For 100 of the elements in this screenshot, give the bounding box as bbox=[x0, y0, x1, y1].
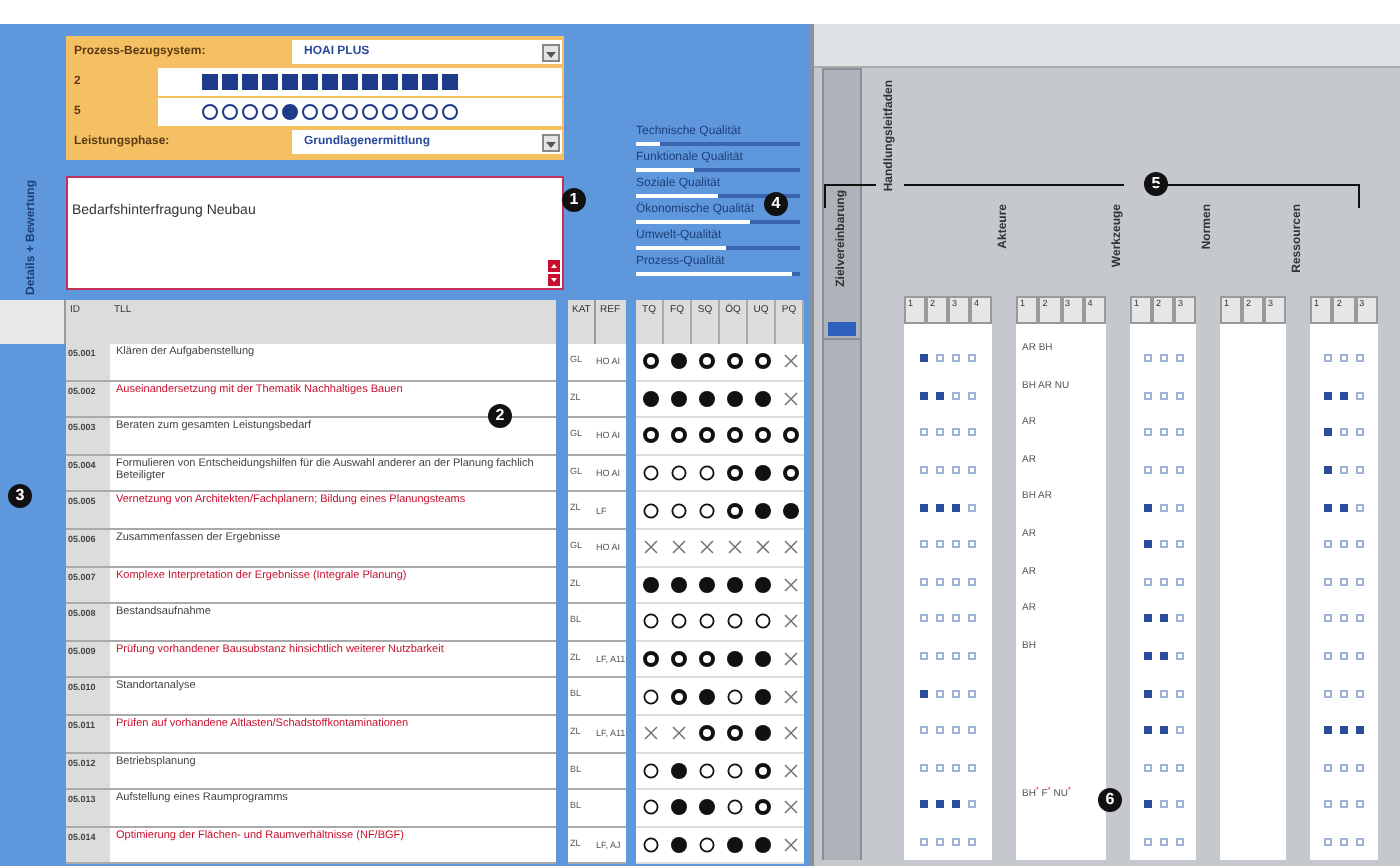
checkbox[interactable] bbox=[1340, 838, 1348, 847]
scale-option[interactable] bbox=[342, 104, 358, 120]
checkbox[interactable] bbox=[1143, 503, 1151, 512]
checkbox[interactable] bbox=[1340, 614, 1348, 623]
scale-option[interactable] bbox=[302, 104, 318, 120]
checkbox[interactable] bbox=[968, 577, 976, 586]
checkbox[interactable] bbox=[1324, 577, 1332, 586]
checkbox[interactable] bbox=[968, 466, 976, 475]
checkbox[interactable] bbox=[1159, 800, 1167, 809]
checkbox[interactable] bbox=[1143, 577, 1151, 586]
scale-option[interactable] bbox=[202, 104, 218, 120]
checkbox[interactable] bbox=[1324, 540, 1332, 549]
checkbox[interactable] bbox=[968, 763, 976, 772]
scale-option[interactable] bbox=[402, 104, 418, 120]
checkbox[interactable] bbox=[1356, 503, 1364, 512]
checkbox[interactable] bbox=[952, 838, 960, 847]
checkbox[interactable] bbox=[952, 466, 960, 475]
checkbox[interactable] bbox=[1175, 540, 1183, 549]
checkbox[interactable] bbox=[1340, 652, 1348, 661]
checkbox[interactable] bbox=[1175, 763, 1183, 772]
scroll-thumb[interactable] bbox=[828, 322, 856, 336]
checkbox[interactable] bbox=[1356, 689, 1364, 698]
checkbox[interactable] bbox=[920, 354, 928, 363]
scale-option[interactable] bbox=[442, 104, 458, 120]
checkbox[interactable] bbox=[936, 391, 944, 400]
checkbox[interactable] bbox=[952, 652, 960, 661]
checkbox[interactable] bbox=[1143, 652, 1151, 661]
checkbox[interactable] bbox=[968, 838, 976, 847]
scale-option[interactable] bbox=[222, 104, 238, 120]
checkbox[interactable] bbox=[1175, 503, 1183, 512]
checkbox[interactable] bbox=[1356, 726, 1364, 735]
checkbox[interactable] bbox=[968, 354, 976, 363]
checkbox[interactable] bbox=[1159, 503, 1167, 512]
checkbox[interactable] bbox=[936, 466, 944, 475]
checkbox[interactable] bbox=[1324, 726, 1332, 735]
checkbox[interactable] bbox=[1340, 800, 1348, 809]
checkbox[interactable] bbox=[1159, 726, 1167, 735]
checkbox[interactable] bbox=[1340, 577, 1348, 586]
checkbox[interactable] bbox=[952, 354, 960, 363]
checkbox[interactable] bbox=[1143, 428, 1151, 437]
checkbox[interactable] bbox=[920, 763, 928, 772]
checkbox[interactable] bbox=[1159, 540, 1167, 549]
checkbox[interactable] bbox=[1175, 726, 1183, 735]
checkbox[interactable] bbox=[1143, 466, 1151, 475]
checkbox[interactable] bbox=[1159, 838, 1167, 847]
checkbox[interactable] bbox=[936, 428, 944, 437]
checkbox[interactable] bbox=[1175, 838, 1183, 847]
scale-option[interactable] bbox=[322, 104, 338, 120]
checkbox[interactable] bbox=[1340, 726, 1348, 735]
checkbox[interactable] bbox=[1340, 503, 1348, 512]
checkbox[interactable] bbox=[1175, 614, 1183, 623]
checkbox[interactable] bbox=[920, 391, 928, 400]
checkbox[interactable] bbox=[1159, 577, 1167, 586]
checkbox[interactable] bbox=[1340, 428, 1348, 437]
checkbox[interactable] bbox=[1143, 391, 1151, 400]
checkbox[interactable] bbox=[920, 503, 928, 512]
checkbox[interactable] bbox=[920, 800, 928, 809]
checkbox[interactable] bbox=[920, 689, 928, 698]
scale-option[interactable] bbox=[422, 104, 438, 120]
checkbox[interactable] bbox=[1324, 391, 1332, 400]
checkbox[interactable] bbox=[1356, 428, 1364, 437]
checkbox[interactable] bbox=[936, 689, 944, 698]
checkbox[interactable] bbox=[1356, 763, 1364, 772]
checkbox[interactable] bbox=[1356, 838, 1364, 847]
checkbox[interactable] bbox=[1324, 763, 1332, 772]
checkbox[interactable] bbox=[952, 763, 960, 772]
checkbox[interactable] bbox=[936, 577, 944, 586]
checkbox[interactable] bbox=[1175, 800, 1183, 809]
checkbox[interactable] bbox=[1356, 391, 1364, 400]
checkbox[interactable] bbox=[1356, 354, 1364, 363]
scale-option[interactable] bbox=[242, 104, 258, 120]
checkbox[interactable] bbox=[1324, 614, 1332, 623]
checkbox[interactable] bbox=[952, 689, 960, 698]
checkbox[interactable] bbox=[1324, 354, 1332, 363]
checkbox[interactable] bbox=[1324, 428, 1332, 437]
checkbox[interactable] bbox=[1324, 652, 1332, 661]
checkbox[interactable] bbox=[952, 800, 960, 809]
checkbox[interactable] bbox=[1324, 466, 1332, 475]
checkbox[interactable] bbox=[1356, 800, 1364, 809]
checkbox[interactable] bbox=[1143, 614, 1151, 623]
checkbox[interactable] bbox=[968, 428, 976, 437]
scale-option[interactable] bbox=[382, 104, 398, 120]
checkbox[interactable] bbox=[952, 614, 960, 623]
checkbox[interactable] bbox=[968, 689, 976, 698]
checkbox[interactable] bbox=[1356, 577, 1364, 586]
checkbox[interactable] bbox=[936, 838, 944, 847]
checkbox[interactable] bbox=[1340, 391, 1348, 400]
checkbox[interactable] bbox=[1143, 354, 1151, 363]
checkbox[interactable] bbox=[952, 391, 960, 400]
checkbox[interactable] bbox=[920, 577, 928, 586]
checkbox[interactable] bbox=[1356, 614, 1364, 623]
scale-option[interactable] bbox=[362, 104, 378, 120]
checkbox[interactable] bbox=[1143, 540, 1151, 549]
checkbox[interactable] bbox=[1340, 540, 1348, 549]
checkbox[interactable] bbox=[1324, 503, 1332, 512]
checkbox[interactable] bbox=[952, 428, 960, 437]
checkbox[interactable] bbox=[1356, 466, 1364, 475]
scale-option[interactable] bbox=[282, 104, 298, 120]
checkbox[interactable] bbox=[1340, 689, 1348, 698]
checkbox[interactable] bbox=[968, 652, 976, 661]
